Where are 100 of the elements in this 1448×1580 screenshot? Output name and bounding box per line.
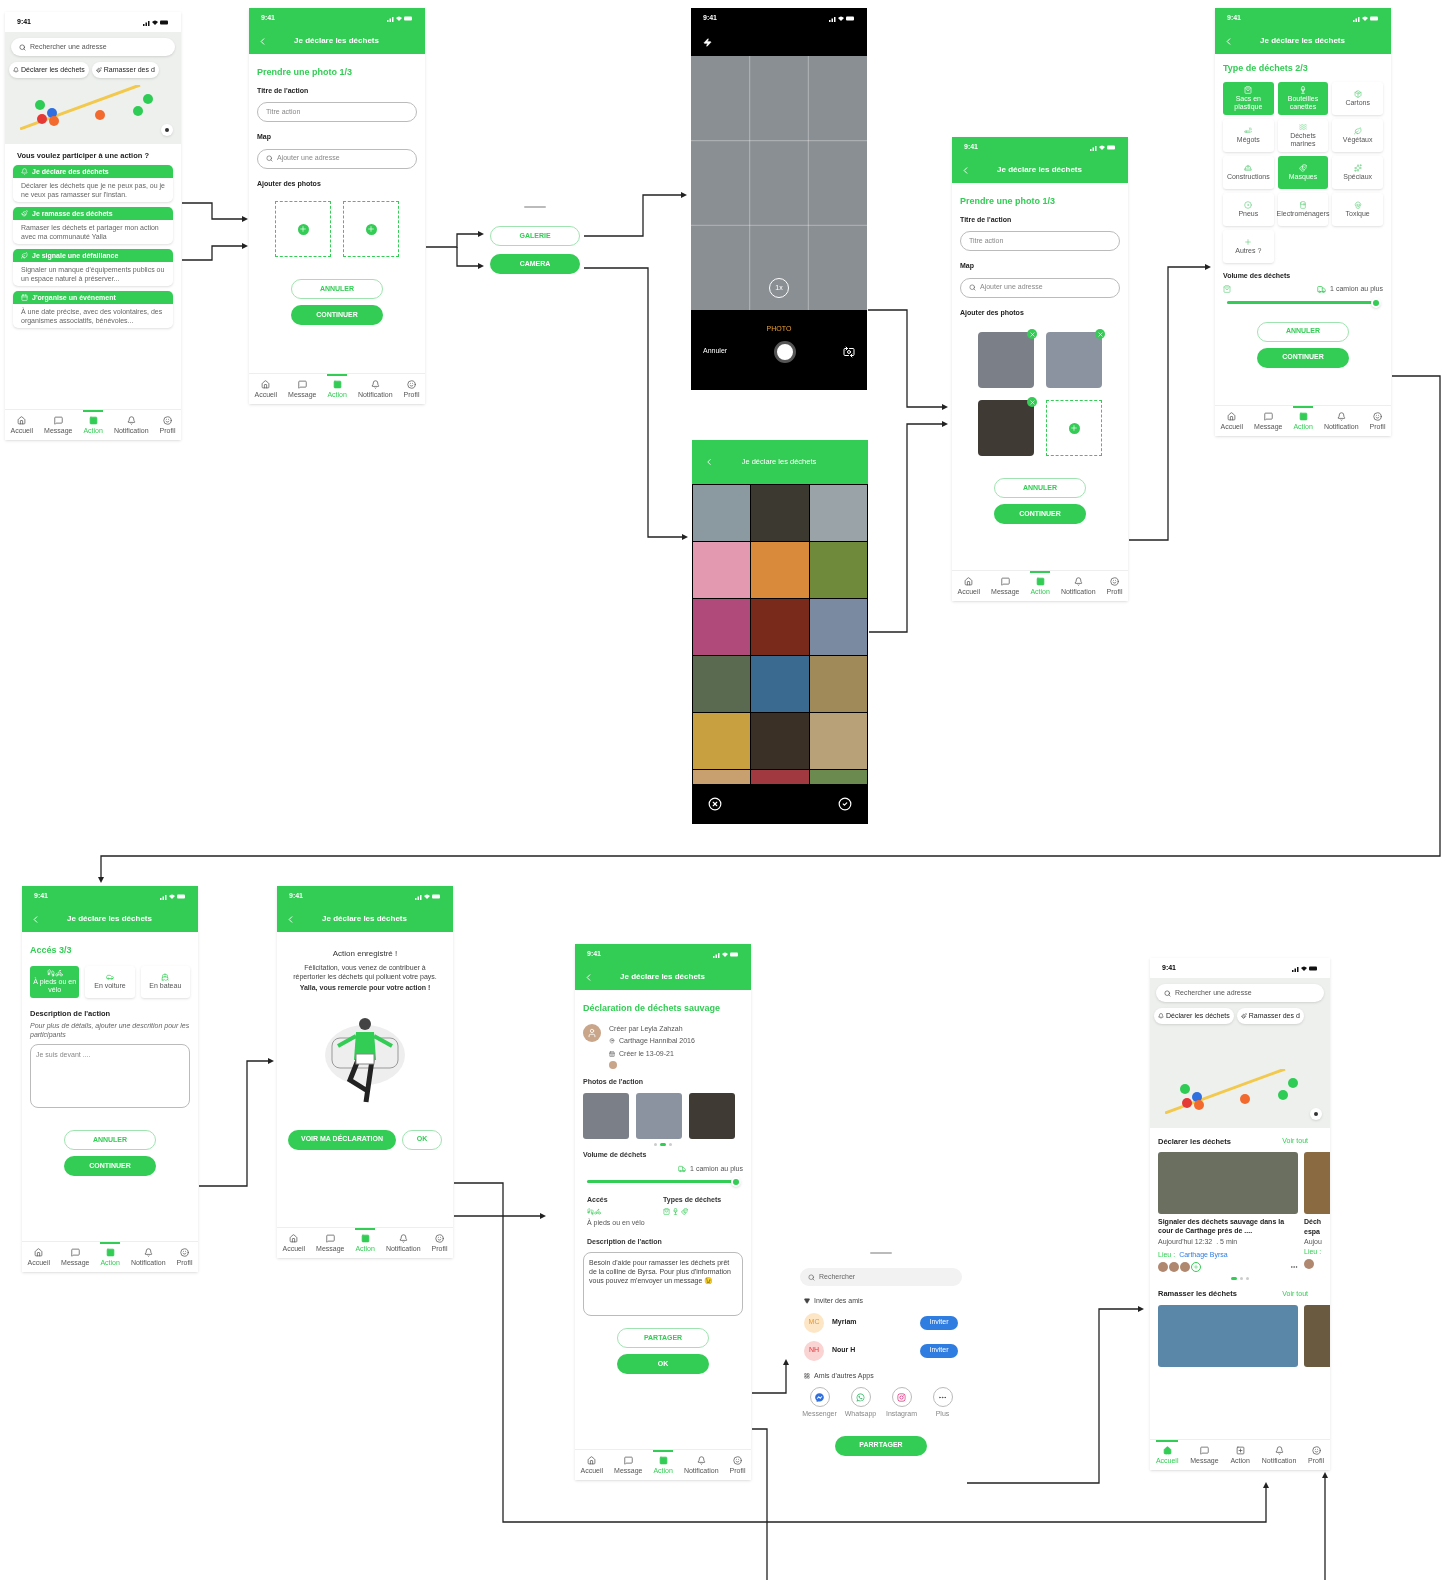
- header-title: Je déclare les déchets: [1259, 35, 1346, 47]
- home-icon: [1227, 411, 1237, 421]
- search-icon: [969, 284, 976, 291]
- bell-icon: [126, 415, 136, 425]
- signal-wifi-battery-icon: [387, 14, 413, 22]
- photo-placeholder[interactable]: [693, 542, 751, 598]
- participant-avatar: [1158, 1262, 1168, 1273]
- header-title: Je déclare les déchets: [66, 913, 153, 925]
- triangle-icon: [804, 1298, 810, 1305]
- close-icon: [1096, 330, 1104, 338]
- smiley-icon: [1373, 411, 1382, 421]
- camera-logo-icon: [897, 1392, 906, 1402]
- truck-icon: [678, 1165, 687, 1174]
- locate-button[interactable]: [1310, 1108, 1322, 1120]
- chat-icon: [1263, 411, 1273, 421]
- bell-icon: [1158, 1013, 1164, 1019]
- photo-placeholder[interactable]: [809, 485, 867, 541]
- add-photo-button[interactable]: [1046, 400, 1102, 456]
- sheet-handle[interactable]: [870, 1252, 892, 1254]
- close-icon: [1028, 398, 1036, 406]
- home-icon: [1162, 1445, 1172, 1455]
- box-icon: [1353, 89, 1362, 98]
- close-icon: [1028, 330, 1036, 338]
- plus-square-icon: [332, 379, 342, 389]
- fridge-icon: [1299, 200, 1307, 209]
- chat-icon: [70, 1247, 80, 1257]
- bag-icon: [1223, 285, 1231, 294]
- plus-square-icon: [1298, 411, 1308, 421]
- grid-icon: [804, 1372, 810, 1379]
- header-title: Je déclare les déchets: [293, 35, 380, 47]
- bell-icon: [1073, 576, 1083, 586]
- photo-placeholder: [978, 332, 1034, 388]
- home-icon: [261, 379, 271, 389]
- photo-placeholder[interactable]: [809, 542, 867, 598]
- flash-icon[interactable]: [703, 37, 712, 47]
- volume-slider[interactable]: [1227, 297, 1379, 308]
- plus-square-icon: [88, 415, 98, 425]
- plus-square-icon: [1235, 1445, 1245, 1455]
- photo-placeholder[interactable]: [693, 599, 751, 655]
- home-icon: [964, 576, 974, 586]
- signal-wifi-battery-icon: [829, 14, 855, 22]
- smiley-icon: [1110, 576, 1119, 586]
- plus-icon: [297, 223, 309, 235]
- volume-slider[interactable]: [587, 1176, 739, 1187]
- photo-placeholder: [636, 1092, 682, 1139]
- step-title: Accés 3/3: [30, 944, 73, 957]
- signal-wifi-battery-icon: [415, 892, 441, 900]
- photo-placeholder[interactable]: [809, 599, 867, 655]
- shutter-button[interactable]: [774, 340, 797, 363]
- locate-button[interactable]: [161, 124, 173, 136]
- photo-placeholder[interactable]: [693, 656, 751, 712]
- home-icon: [34, 1247, 44, 1257]
- calendar-icon: [21, 294, 28, 302]
- smiley-icon: [407, 379, 416, 389]
- photo-placeholder[interactable]: [693, 485, 751, 541]
- chat-icon: [1000, 576, 1010, 586]
- photo-placeholder[interactable]: [693, 713, 751, 769]
- hard-hat-icon: [1244, 163, 1253, 172]
- location-pin-icon: [609, 1038, 615, 1045]
- photo-placeholder: [583, 1092, 629, 1139]
- chat-bubble-icon: [815, 1392, 824, 1402]
- slider-thumb[interactable]: [731, 1176, 741, 1187]
- plus-square-icon: [360, 1233, 370, 1243]
- search-icon: [19, 43, 26, 51]
- search-icon: [1164, 989, 1171, 997]
- search-icon: [266, 155, 273, 162]
- photo-placeholder[interactable]: [751, 656, 809, 712]
- smiley-icon: [180, 1247, 189, 1257]
- plus-icon: [1244, 237, 1253, 246]
- leaf-icon: [1353, 126, 1362, 135]
- plus-square-icon: [105, 1247, 115, 1257]
- back-icon[interactable]: [704, 457, 714, 467]
- bell-icon: [143, 1247, 153, 1257]
- add-photo-button[interactable]: [275, 201, 331, 257]
- photo-placeholder[interactable]: [809, 713, 867, 769]
- close-icon[interactable]: [708, 797, 722, 811]
- signal-wifi-battery-icon: [143, 18, 169, 26]
- sparkle-icon: [1353, 163, 1362, 172]
- photo-placeholder[interactable]: [751, 599, 809, 655]
- remove-photo-button[interactable]: [1027, 397, 1037, 407]
- chat-icon: [325, 1233, 335, 1243]
- avatar: [583, 1023, 601, 1042]
- photo-placeholder[interactable]: [751, 485, 809, 541]
- photo-placeholder[interactable]: [751, 713, 809, 769]
- check-icon[interactable]: [838, 797, 852, 811]
- switch-camera-icon[interactable]: [843, 345, 855, 358]
- plus-icon: [1068, 422, 1080, 434]
- phone-bubble-icon: [856, 1392, 865, 1402]
- add-photo-button[interactable]: [343, 201, 399, 257]
- sheet-handle[interactable]: [524, 206, 546, 208]
- header-title: Je déclare les déchets: [996, 164, 1083, 176]
- header-title: Je déclare les déchets: [321, 913, 408, 925]
- photo-placeholder[interactable]: [809, 656, 867, 712]
- bell-icon: [696, 1455, 706, 1465]
- photo-placeholder[interactable]: [751, 542, 809, 598]
- chat-icon: [297, 379, 307, 389]
- signal-wifi-battery-icon: [1090, 143, 1116, 151]
- confirmation-heading: Action enregistré !: [332, 948, 398, 960]
- slider-thumb[interactable]: [1371, 297, 1381, 308]
- bag-icon: [1244, 85, 1253, 94]
